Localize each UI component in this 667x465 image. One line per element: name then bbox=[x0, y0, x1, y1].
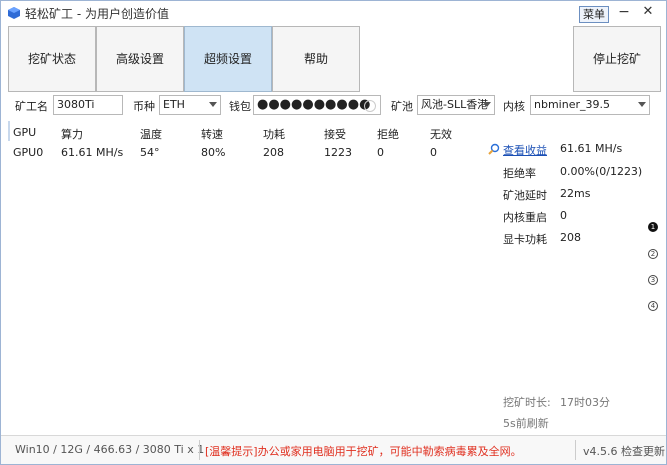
mining-duration-label: 挖矿时长: bbox=[503, 396, 551, 409]
tab-mining-status[interactable]: 挖矿状态 bbox=[8, 26, 96, 92]
version-check-update[interactable]: v4.5.6 检查更新 bbox=[583, 443, 665, 459]
miner-name-label: 矿工名 bbox=[15, 100, 48, 113]
reject-rate-label: 拒绝率 bbox=[503, 167, 536, 180]
page-indicator-3[interactable]: 3 bbox=[648, 275, 658, 285]
table-cell-fan-speed: 80% bbox=[201, 146, 226, 159]
pool-latency-label: 矿池延时 bbox=[503, 189, 547, 202]
col-header-power: 功耗 bbox=[263, 128, 285, 141]
col-header-accepted: 接受 bbox=[324, 128, 346, 141]
window-title: 轻松矿工 - 为用户创造价值 bbox=[25, 7, 169, 21]
title-bar: 轻松矿工 - 为用户创造价值 菜单 − ✕ bbox=[1, 1, 666, 25]
table-cell-temperature: 54° bbox=[140, 146, 160, 159]
mining-duration-value: 17时03分 bbox=[560, 396, 610, 409]
view-earnings-link[interactable]: 查看收益 bbox=[503, 142, 547, 158]
status-divider bbox=[199, 440, 200, 460]
status-bar: Win10 / 12G / 466.63 / 3080 Ti x 1 [温馨提示… bbox=[1, 435, 666, 464]
refresh-status: 5s前刷新 bbox=[503, 417, 549, 430]
warning-tip: [温馨提示]办公或家用电脑用于挖矿，可能中勒索病毒累及全网。 bbox=[205, 445, 522, 458]
kernel-restart-value: 0 bbox=[560, 209, 567, 222]
status-divider bbox=[575, 440, 576, 460]
menu-button[interactable]: 菜单 bbox=[579, 6, 609, 23]
tab-help[interactable]: 帮助 bbox=[272, 26, 360, 92]
table-header-marker bbox=[8, 121, 10, 141]
col-header-hashrate: 算力 bbox=[61, 128, 83, 141]
minimize-button[interactable]: − bbox=[617, 4, 631, 20]
col-header-fan-speed: 转速 bbox=[201, 128, 223, 141]
system-info: Win10 / 12G / 466.63 / 3080 Ti x 1 bbox=[15, 443, 205, 456]
chevron-down-icon bbox=[483, 102, 491, 107]
kernel-select[interactable]: nbminer_39.5 bbox=[530, 95, 650, 115]
reject-rate-value: 0.00%(0/1223) bbox=[560, 165, 643, 178]
pool-latency-value: 22ms bbox=[560, 187, 591, 200]
stop-mining-button[interactable]: 停止挖矿 bbox=[573, 26, 661, 92]
gpu-power-value: 208 bbox=[560, 231, 581, 244]
gpu-power-label: 显卡功耗 bbox=[503, 233, 547, 246]
wallet-label: 钱包 bbox=[229, 100, 251, 113]
app-window: 轻松矿工 - 为用户创造价值 菜单 − ✕ 挖矿状态 高级设置 超频设置 帮助 … bbox=[0, 0, 667, 465]
tab-advanced-settings[interactable]: 高级设置 bbox=[96, 26, 184, 92]
kernel-restart-label: 内核重启 bbox=[503, 211, 547, 224]
table-cell-accepted: 1223 bbox=[324, 146, 352, 159]
col-header-temperature: 温度 bbox=[140, 128, 162, 141]
col-header-invalid: 无效 bbox=[430, 128, 452, 141]
kernel-label: 内核 bbox=[503, 100, 525, 113]
page-indicator-1[interactable]: 1 bbox=[648, 222, 658, 232]
table-cell-power: 208 bbox=[263, 146, 284, 159]
wallet-input[interactable]: ●●●●●●●●●● bbox=[253, 95, 381, 115]
wallet-dropdown-icon[interactable] bbox=[364, 100, 376, 112]
table-cell-gpu: GPU0 bbox=[13, 146, 44, 159]
page-indicator-4[interactable]: 4 bbox=[648, 301, 658, 311]
page-indicator-2[interactable]: 2 bbox=[648, 249, 658, 259]
pool-select-value: 风池-SLL香港 bbox=[421, 98, 489, 111]
table-cell-invalid: 0 bbox=[430, 146, 437, 159]
hashrate-value: 61.61 MH/s bbox=[560, 142, 623, 155]
miner-name-input[interactable]: 3080Ti bbox=[53, 95, 123, 115]
pool-label: 矿池 bbox=[391, 100, 413, 113]
tab-overclock-settings[interactable]: 超频设置 bbox=[184, 26, 272, 92]
coin-label: 币种 bbox=[133, 100, 155, 113]
coin-select-value: ETH bbox=[163, 98, 185, 111]
coin-select[interactable]: ETH bbox=[159, 95, 221, 115]
wallet-masked-value: ●●●●●●●●●● bbox=[257, 97, 371, 112]
chevron-down-icon bbox=[209, 102, 217, 107]
magnifier-icon bbox=[488, 143, 500, 155]
app-logo-icon bbox=[8, 7, 20, 19]
table-cell-hashrate: 61.61 MH/s bbox=[61, 146, 124, 159]
table-cell-rejected: 0 bbox=[377, 146, 384, 159]
col-header-gpu: GPU bbox=[13, 126, 37, 139]
col-header-rejected: 拒绝 bbox=[377, 128, 399, 141]
pool-select[interactable]: 风池-SLL香港 bbox=[417, 95, 495, 115]
kernel-select-value: nbminer_39.5 bbox=[534, 98, 610, 111]
close-button[interactable]: ✕ bbox=[641, 4, 655, 20]
chevron-down-icon bbox=[638, 102, 646, 107]
